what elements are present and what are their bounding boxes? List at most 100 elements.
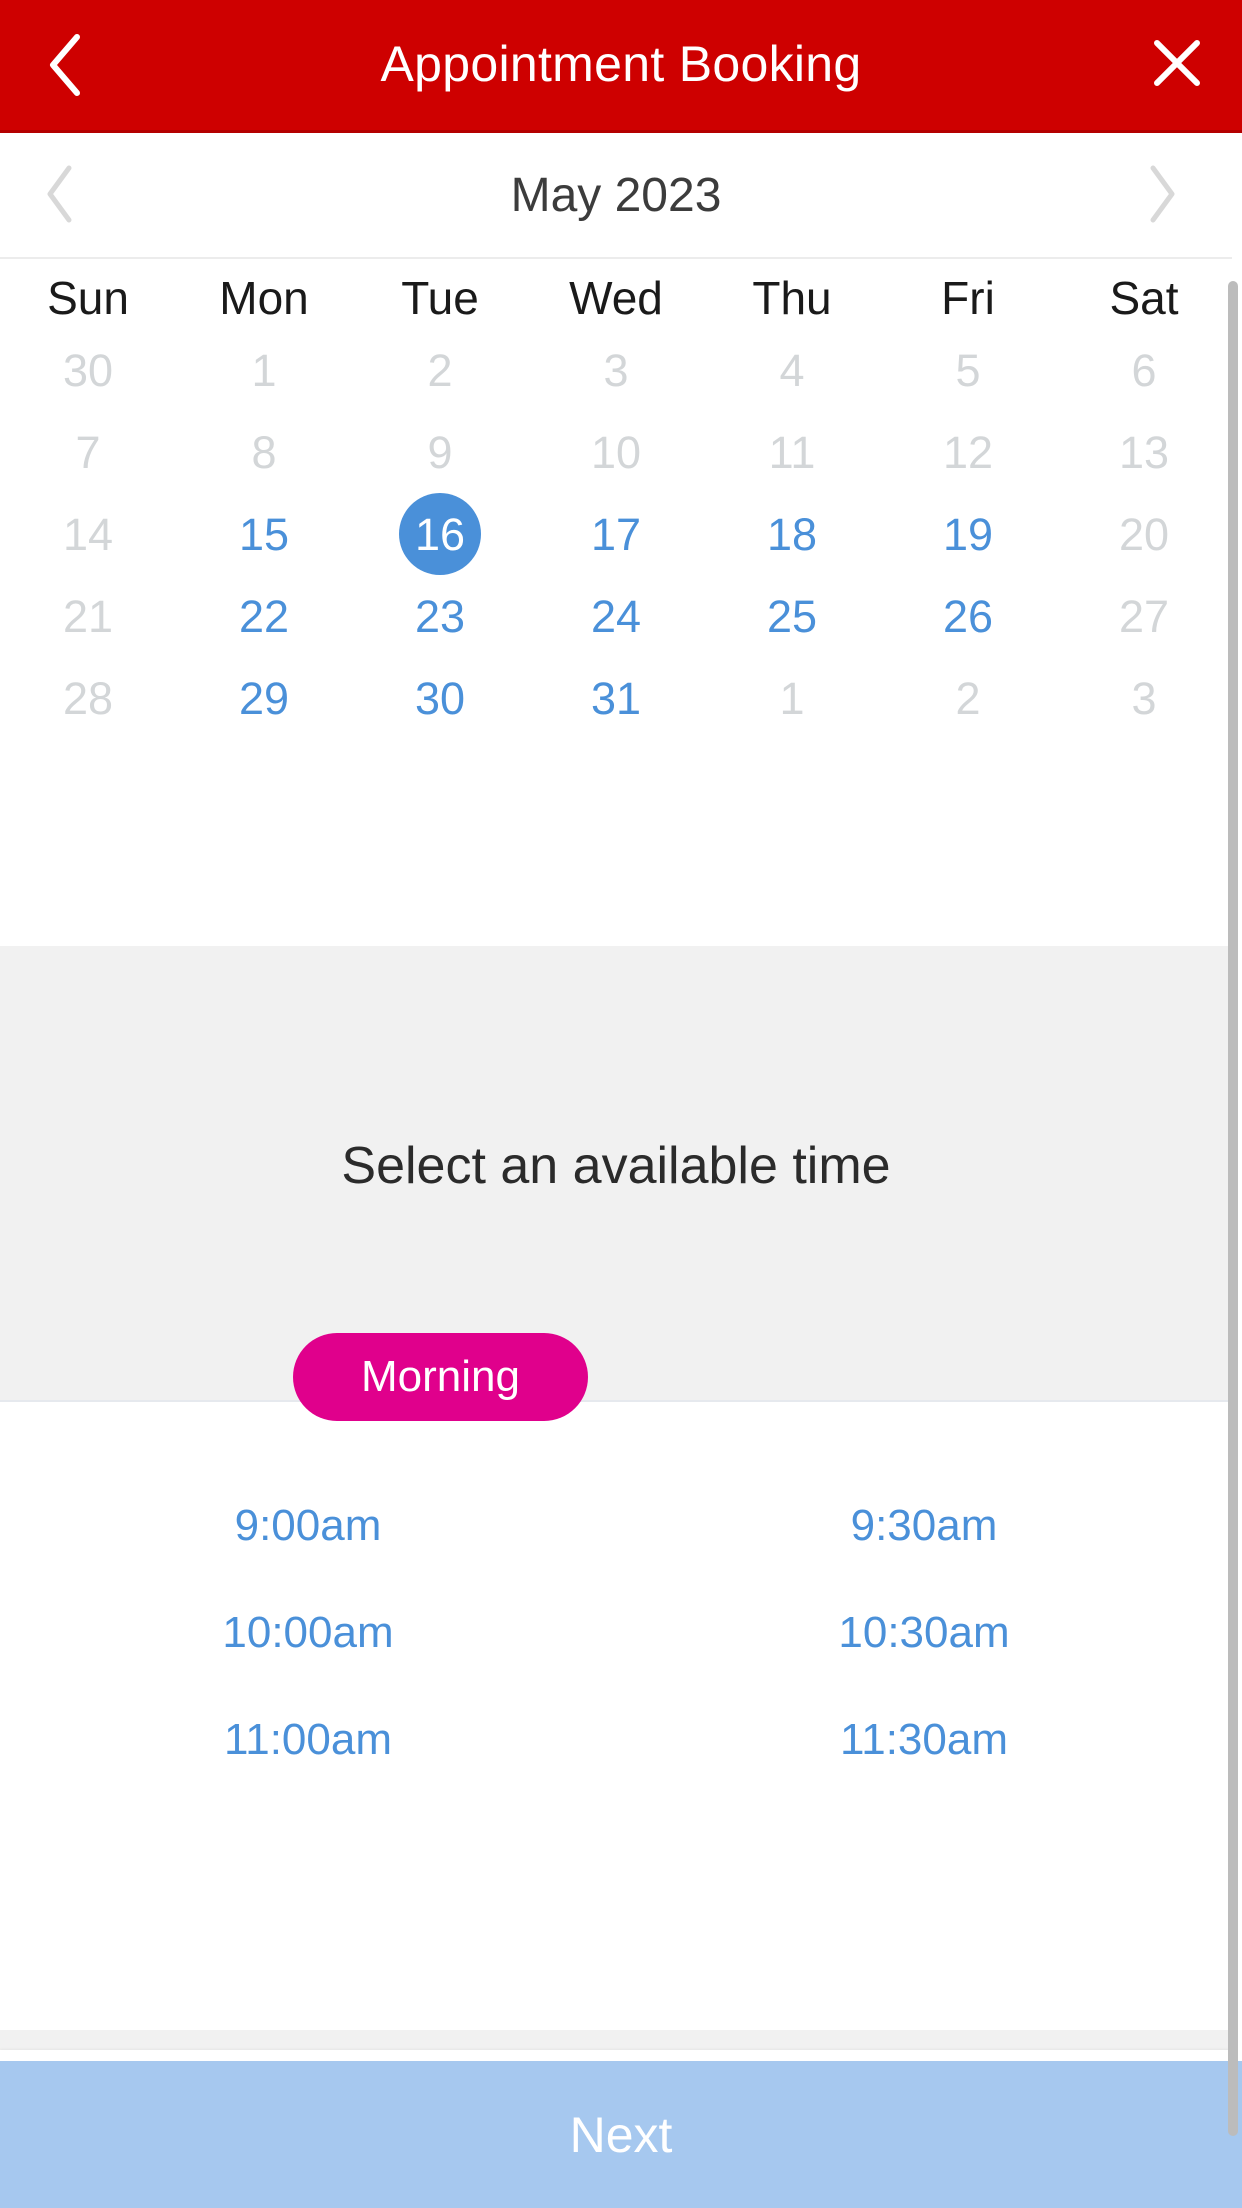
back-button[interactable] xyxy=(0,0,130,132)
calendar-day-label: 24 xyxy=(590,590,642,642)
calendar-month-bar: May 2023 xyxy=(0,133,1232,259)
calendar-day-label: 27 xyxy=(1118,590,1170,642)
next-button[interactable]: Next xyxy=(0,2061,1242,2208)
vertical-scrollbar-thumb[interactable] xyxy=(1228,281,1238,2136)
calendar-day-cell: 10 xyxy=(528,411,704,493)
time-selection-panel: Select an available time xyxy=(0,946,1232,1402)
chevron-left-icon xyxy=(41,31,89,99)
calendar-day-cell[interactable]: 22 xyxy=(176,575,352,657)
close-button[interactable] xyxy=(1112,0,1242,132)
calendar-day-cell: 28 xyxy=(0,657,176,739)
page-title: Appointment Booking xyxy=(380,36,862,92)
period-tab-morning[interactable]: Morning xyxy=(293,1333,588,1421)
weekday-fri: Fri xyxy=(941,272,995,324)
calendar-day-label: 17 xyxy=(590,508,642,560)
calendar-day-cell[interactable]: 30 xyxy=(352,657,528,739)
calendar-weekday-header: Sun Mon Tue Wed Thu Fri Sat xyxy=(0,259,1232,329)
calendar-day-label: 6 xyxy=(1131,344,1157,396)
section-title: Select an available time xyxy=(341,1137,891,1195)
calendar-day-cell[interactable]: 15 xyxy=(176,493,352,575)
calendar-day-label: 18 xyxy=(766,508,818,560)
time-slot[interactable]: 11:30am xyxy=(616,1686,1232,1793)
calendar-day-cell[interactable]: 16 xyxy=(352,493,528,575)
calendar-day-cell: 2 xyxy=(880,657,1056,739)
time-slot-grid: 9:00am 9:30am 10:00am 10:30am 11:00am 11:30am xyxy=(0,1472,1232,1793)
chevron-right-icon xyxy=(1142,163,1182,230)
calendar-card: May 2023 Sun Mon Tue Wed Thu Fri Sat 30 1… xyxy=(0,133,1232,751)
calendar-day-label: 15 xyxy=(238,508,290,560)
calendar-day-label: 16 xyxy=(399,493,481,575)
calendar-next-month-button[interactable] xyxy=(1102,133,1222,259)
calendar-day-label: 7 xyxy=(75,426,101,478)
calendar-day-label: 9 xyxy=(427,426,453,478)
calendar-day-label: 30 xyxy=(62,344,114,396)
calendar-day-cell[interactable]: 17 xyxy=(528,493,704,575)
calendar-day-label: 1 xyxy=(251,344,277,396)
calendar-day-cell[interactable]: 18 xyxy=(704,493,880,575)
calendar-day-label: 2 xyxy=(955,672,981,724)
calendar-day-cell: 20 xyxy=(1056,493,1232,575)
time-slot[interactable]: 9:30am xyxy=(616,1472,1232,1579)
calendar-day-cell: 14 xyxy=(0,493,176,575)
calendar-day-cell[interactable]: 29 xyxy=(176,657,352,739)
calendar-day-label: 3 xyxy=(1131,672,1157,724)
calendar-day-label: 11 xyxy=(768,426,816,478)
weekday-sun: Sun xyxy=(47,272,129,324)
calendar-day-cell: 30 xyxy=(0,329,176,411)
time-slot-section: 9:00am 9:30am 10:00am 10:30am 11:00am 11:30am xyxy=(0,1402,1232,2030)
close-x-icon xyxy=(1149,35,1205,96)
calendar-day-cell: 21 xyxy=(0,575,176,657)
calendar-day-label: 28 xyxy=(62,672,114,724)
weekday-wed: Wed xyxy=(569,272,663,324)
calendar-day-label: 25 xyxy=(766,590,818,642)
calendar-day-cell: 27 xyxy=(1056,575,1232,657)
calendar-day-cell[interactable]: 24 xyxy=(528,575,704,657)
calendar-day-label: 12 xyxy=(942,426,994,478)
calendar-day-label: 26 xyxy=(942,590,994,642)
calendar-day-label: 13 xyxy=(1118,426,1170,478)
calendar-day-grid: 30 1 2 3 4 5 6 7 8 9 10 11 12 13 14 15 16 17 18 19 20 21 22 23 2… xyxy=(0,329,1232,751)
time-slot[interactable]: 10:00am xyxy=(0,1579,616,1686)
calendar-day-cell: 3 xyxy=(1056,657,1232,739)
weekday-mon: Mon xyxy=(219,272,309,324)
time-slot[interactable]: 10:30am xyxy=(616,1579,1232,1686)
calendar-day-cell: 2 xyxy=(352,329,528,411)
calendar-day-cell: 7 xyxy=(0,411,176,493)
calendar-day-cell: 9 xyxy=(352,411,528,493)
appointment-booking-screen: Appointment Booking May 2023 Sun Mon Tue… xyxy=(0,0,1242,2208)
calendar-day-cell: 6 xyxy=(1056,329,1232,411)
weekday-sat: Sat xyxy=(1109,272,1179,324)
calendar-day-cell[interactable]: 25 xyxy=(704,575,880,657)
calendar-day-label: 23 xyxy=(414,590,466,642)
vertical-scrollbar-track[interactable] xyxy=(1228,136,1242,2136)
time-slot[interactable]: 11:00am xyxy=(0,1686,616,1793)
calendar-day-cell[interactable]: 31 xyxy=(528,657,704,739)
calendar-day-cell: 11 xyxy=(704,411,880,493)
calendar-day-label: 4 xyxy=(779,344,805,396)
calendar-day-label: 20 xyxy=(1118,508,1170,560)
calendar-day-label: 3 xyxy=(603,344,629,396)
calendar-day-cell: 1 xyxy=(176,329,352,411)
calendar-day-cell[interactable]: 19 xyxy=(880,493,1056,575)
calendar-day-label: 30 xyxy=(414,672,466,724)
calendar-day-cell: 4 xyxy=(704,329,880,411)
calendar-day-cell: 5 xyxy=(880,329,1056,411)
calendar-day-cell: 1 xyxy=(704,657,880,739)
calendar-day-label: 5 xyxy=(955,344,981,396)
calendar-prev-month-button[interactable] xyxy=(0,133,120,259)
calendar-day-cell[interactable]: 26 xyxy=(880,575,1056,657)
calendar-day-label: 8 xyxy=(251,426,277,478)
calendar-day-cell: 13 xyxy=(1056,411,1232,493)
calendar-day-label: 10 xyxy=(590,426,642,478)
app-header: Appointment Booking xyxy=(0,0,1242,133)
weekday-thu: Thu xyxy=(752,272,832,324)
calendar-day-label: 22 xyxy=(238,590,290,642)
calendar-day-cell: 8 xyxy=(176,411,352,493)
calendar-day-cell: 3 xyxy=(528,329,704,411)
weekday-tue: Tue xyxy=(401,272,479,324)
calendar-day-label: 31 xyxy=(590,672,642,724)
calendar-day-label: 19 xyxy=(942,508,994,560)
calendar-day-cell[interactable]: 23 xyxy=(352,575,528,657)
chevron-left-icon xyxy=(40,163,80,230)
time-slot[interactable]: 9:00am xyxy=(0,1472,616,1579)
